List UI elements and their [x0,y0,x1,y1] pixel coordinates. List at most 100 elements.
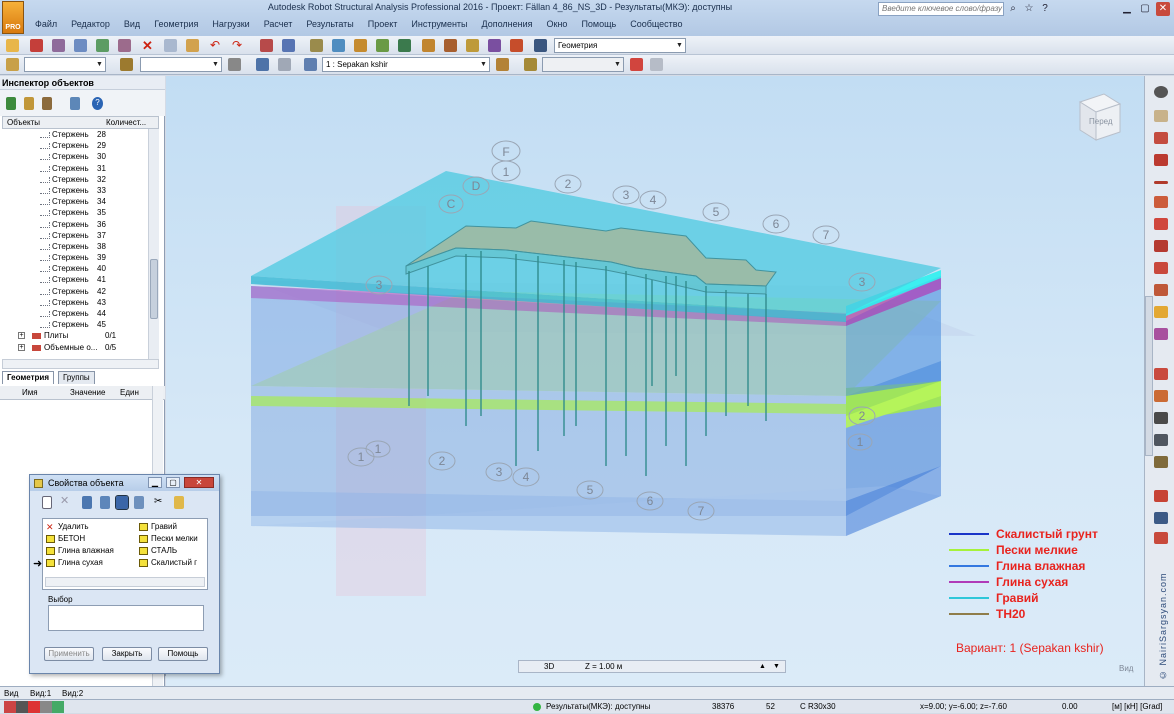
structure-combo[interactable]: ▼ [24,57,106,72]
tree-scrollbar[interactable] [148,129,159,359]
ibeam-icon[interactable] [1154,240,1168,252]
grid-icon[interactable] [1154,434,1168,446]
screen-capture-icon[interactable] [96,39,109,52]
list-item[interactable]: Пески мелки [139,534,198,544]
display-icon[interactable] [256,58,269,71]
support-icon[interactable] [1154,110,1168,122]
tree-row-bar[interactable]: Стержень 37 [2,230,148,241]
line-icon[interactable] [1154,181,1168,184]
preview-icon[interactable] [118,39,131,52]
menu-geometry[interactable]: Геометрия [147,17,205,31]
redo-icon[interactable]: ↷ [232,39,245,52]
list-item-delete[interactable]: ✕ Удалить [46,522,89,532]
menu-results[interactable]: Результаты [299,17,360,31]
tree-row-bar[interactable]: Стержень 35 [2,207,148,218]
tab-groups[interactable]: Группы [58,371,95,384]
node-select-icon[interactable] [120,58,133,71]
filter-icon[interactable] [24,97,34,110]
load-icon[interactable] [496,58,509,71]
tree-row-plates[interactable]: + Плиты 0/1 [2,330,148,341]
help-icon[interactable]: ? [92,97,103,110]
new-file-icon[interactable] [6,39,19,52]
print-icon[interactable] [52,39,65,52]
offset-icon[interactable] [1154,368,1168,380]
binoculars-icon[interactable]: ⌕ [1006,2,1020,16]
menu-help[interactable]: Помощь [574,17,623,31]
close-button[interactable]: ✕ [1156,2,1170,16]
table-icon[interactable] [1154,512,1168,524]
tree-row-bar[interactable]: Стержень 32 [2,174,148,185]
delete-icon[interactable]: ✕ [60,496,70,509]
help-button[interactable]: Помощь [158,647,208,661]
maximize-button[interactable]: ▢ [166,477,180,488]
brace-icon[interactable] [1154,390,1168,402]
list-item[interactable]: Гравий [139,522,177,532]
materials-list[interactable]: ✕ Удалить БЕТОН Глина влажная Глина сухая… [42,518,208,590]
expand-icon[interactable]: + [18,332,25,340]
cut-icon[interactable]: ✂ [154,496,164,509]
dimension-icon[interactable] [1154,456,1168,468]
col-value[interactable]: Значение [70,386,105,400]
list-item-selected[interactable]: Глина сухая [46,558,103,568]
minimize-button[interactable]: ▁ [1120,2,1134,16]
layout-selector-icon[interactable] [534,39,547,52]
view-icons-icon[interactable] [134,496,144,509]
col-name[interactable]: Имя [22,386,38,400]
load-case-combo[interactable]: 1 : Sepakan kshir ▼ [322,57,490,72]
load-type-icon[interactable] [524,58,537,71]
viewport-scrollbar[interactable] [1145,296,1153,456]
load-type-combo[interactable]: ▼ [542,57,624,72]
undo-icon[interactable]: ↶ [210,39,223,52]
level-down-icon[interactable]: ▼ [773,661,780,672]
tree-row-bar[interactable]: Стержень 31 [2,163,148,174]
zoom-all-icon[interactable] [354,39,367,52]
zoom-window-icon[interactable] [332,39,345,52]
tree-hscrollbar[interactable] [2,359,159,369]
col-objects[interactable]: Объекты [7,117,40,129]
tree-row-bar[interactable]: Стержень 36 [2,219,148,230]
release-icon[interactable] [1154,284,1168,296]
menu-design[interactable]: Проект [361,17,405,31]
view-level[interactable]: Z = 1.00 м [585,661,622,672]
tree-icon[interactable] [6,97,16,110]
menu-window[interactable]: Окно [540,17,575,31]
close-button[interactable]: ✕ [184,477,214,488]
filter-icon[interactable] [228,58,241,71]
menu-loads[interactable]: Нагрузки [205,17,256,31]
menu-tools[interactable]: Инструменты [404,17,474,31]
save-icon[interactable] [30,39,43,52]
bars-icon[interactable] [422,39,435,52]
display-settings-icon[interactable] [278,58,291,71]
expand-icon[interactable]: + [18,343,25,351]
table-icon[interactable] [260,39,273,52]
copy-icon[interactable] [164,39,177,52]
list-hscrollbar[interactable] [45,577,205,587]
results-settings-icon[interactable] [650,58,663,71]
status-tools-icon[interactable] [4,701,64,713]
tree-row-bar[interactable]: Стержень 34 [2,196,148,207]
view-cube[interactable]: Перед [1074,92,1124,142]
tree-row-bar[interactable]: Стержень 29 [2,140,148,151]
star-icon[interactable]: ☆ [1022,2,1036,16]
tree-row-bar[interactable]: Стержень 28 [2,129,148,140]
view-details-icon[interactable] [100,496,110,509]
tree-row-bar[interactable]: Стержень 44 [2,308,148,319]
material-icon[interactable] [1154,306,1168,318]
view-list-icon[interactable] [82,496,92,509]
new-icon[interactable] [42,496,52,509]
lock-icon[interactable] [310,39,323,52]
case-icon[interactable] [304,58,317,71]
tree-row-bar[interactable]: Стержень 30 [2,151,148,162]
tree-row-bar[interactable]: Стержень 45 [2,319,148,330]
menu-community[interactable]: Сообщество [623,17,689,31]
panel-icon[interactable] [1154,218,1168,230]
help-icon[interactable]: ? [1038,2,1052,16]
list-item[interactable]: СТАЛЬ [139,546,177,556]
bar-icon[interactable] [1154,132,1168,144]
tree-row-bar[interactable]: Стержень 38 [2,241,148,252]
view-mode[interactable]: 3D [544,661,554,672]
node-icon[interactable] [1154,86,1168,98]
sections-icon[interactable] [444,39,457,52]
list-item[interactable]: Скалистый г [139,558,197,568]
solid-icon[interactable] [1154,262,1168,274]
